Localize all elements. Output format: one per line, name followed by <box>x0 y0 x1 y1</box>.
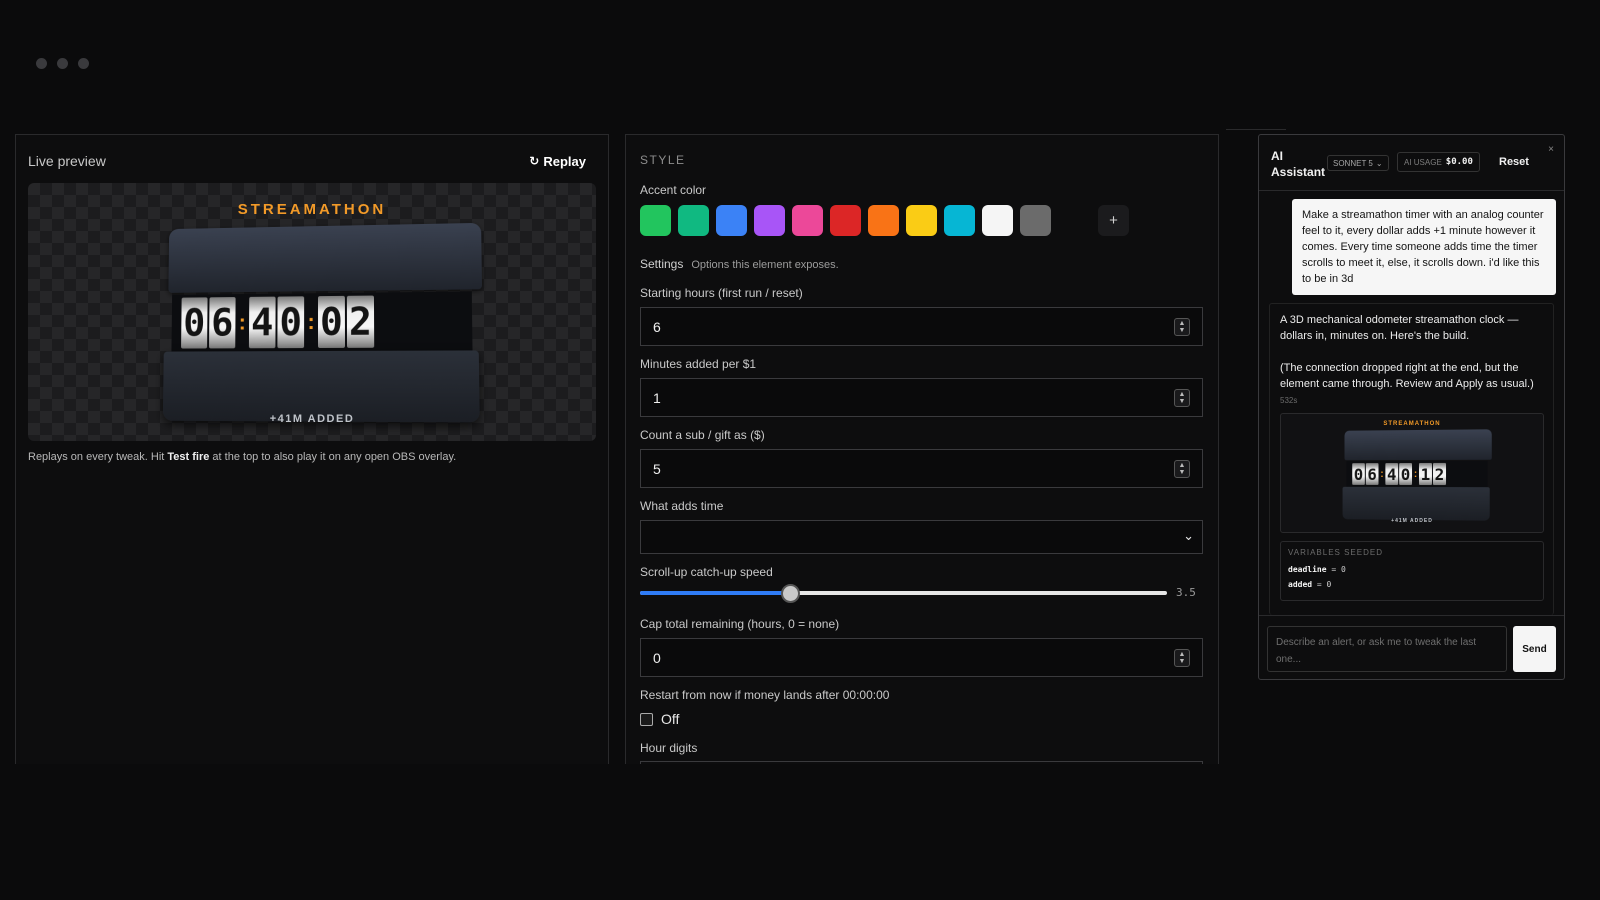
hour-digits-label: Hour digits <box>640 741 697 755</box>
ai-assistant-panel: AI Assistant SONNET 5 ⌄ AI USAGE $0.00 R… <box>1258 134 1565 680</box>
sub-gift-label: Count a sub / gift as ($) <box>640 428 765 442</box>
accent-swatch[interactable] <box>640 205 671 236</box>
odometer-top-flap <box>168 223 482 293</box>
user-message: Make a streamathon timer with an analog … <box>1292 199 1556 295</box>
mini-digit: 2 <box>1433 463 1446 485</box>
preview-note: Replays on every tweak. Hit Test fire at… <box>28 451 456 463</box>
sub-gift-input[interactable]: 5 ▲ ▼ <box>640 449 1203 488</box>
accent-swatch[interactable] <box>754 205 785 236</box>
hour-digits-input[interactable] <box>640 761 1203 764</box>
divider <box>1226 129 1286 130</box>
what-adds-time-label: What adds time <box>640 499 723 513</box>
starting-hours-input[interactable]: 6 ▲ ▼ <box>640 307 1203 346</box>
model-select[interactable]: SONNET 5 ⌄ <box>1327 155 1389 171</box>
accent-swatch[interactable] <box>792 205 823 236</box>
odometer-digit: 0 <box>318 296 345 348</box>
odometer-colon: : <box>237 310 247 336</box>
mini-digit: 4 <box>1385 463 1398 485</box>
stepper-icon[interactable]: ▲ ▼ <box>1174 389 1190 407</box>
assistant-text-2: (The connection dropped right at the end… <box>1280 360 1543 392</box>
widget-title: STREAMATHON <box>28 201 596 218</box>
ai-composer: Describe an alert, or ask me to tweak th… <box>1259 615 1564 679</box>
send-button[interactable]: Send <box>1513 626 1556 672</box>
ai-usage-badge: AI USAGE $0.00 <box>1397 152 1480 172</box>
window-dot-1[interactable] <box>36 58 47 69</box>
style-panel: STYLE Accent color + Settings Options th… <box>625 134 1219 764</box>
mini-digit: 0 <box>1352 463 1365 485</box>
variables-seeded: VARIABLES SEEDED deadline = 0 added = 0 <box>1280 541 1544 601</box>
odometer-bottom-flap <box>163 350 480 422</box>
ai-header: AI Assistant SONNET 5 ⌄ AI USAGE $0.00 R… <box>1259 135 1564 191</box>
test-fire-label: Test fire <box>167 451 209 463</box>
minutes-per-dollar-label: Minutes added per $1 <box>640 357 756 371</box>
assistant-text-1: A 3D mechanical odometer streamathon clo… <box>1280 312 1543 344</box>
starting-hours-label: Starting hours (first run / reset) <box>640 286 803 300</box>
response-time: 532s <box>1280 396 1543 405</box>
odometer-digit: 0 <box>277 296 304 348</box>
mini-digit: 1 <box>1419 463 1432 485</box>
accent-color-label: Accent color <box>640 183 706 197</box>
accent-swatch[interactable] <box>944 205 975 236</box>
odometer-widget: 0 6 : 4 0 : 0 2 <box>163 223 484 423</box>
accent-swatch[interactable] <box>906 205 937 236</box>
preview-stage: STREAMATHON 0 6 : 4 0 : 0 2 +41M ADDED <box>28 183 596 441</box>
restart-checkbox-label: Off <box>661 711 679 727</box>
style-section-title: STYLE <box>640 153 686 167</box>
restart-checkbox[interactable]: Off <box>640 711 679 727</box>
window-controls <box>36 58 89 69</box>
element-thumbnail[interactable]: STREAMATHON 0 6 : 4 0 : 1 2 +41M ADDED <box>1280 413 1544 533</box>
chevron-down-icon: ⌄ <box>1183 528 1194 544</box>
assistant-message: A 3D mechanical odometer streamathon clo… <box>1269 303 1554 615</box>
odometer-digit-strip: 0 6 : 4 0 : 0 2 <box>171 291 472 351</box>
accent-swatch[interactable] <box>1020 205 1051 236</box>
scroll-speed-slider[interactable] <box>640 583 1167 603</box>
accent-swatch[interactable] <box>830 205 861 236</box>
close-icon[interactable]: × <box>1548 144 1554 155</box>
widget-added-label: +41M ADDED <box>28 413 596 425</box>
replay-button[interactable]: ↻ Replay <box>529 154 586 169</box>
what-adds-time-select[interactable]: ⌄ <box>640 520 1203 554</box>
preview-panel: Live preview ↻ Replay STREAMATHON 0 6 : … <box>15 134 609 764</box>
cap-remaining-label: Cap total remaining (hours, 0 = none) <box>640 617 839 631</box>
chevron-down-icon: ⌄ <box>1376 159 1383 168</box>
odometer-digit: 4 <box>249 297 276 349</box>
cap-remaining-input[interactable]: 0 ▲ ▼ <box>640 638 1203 677</box>
scroll-speed-value: 3.5 <box>1176 586 1196 599</box>
preview-title: Live preview <box>28 153 106 169</box>
add-swatch-button[interactable]: + <box>1098 205 1129 236</box>
replay-label: Replay <box>543 154 586 169</box>
accent-swatch[interactable] <box>868 205 899 236</box>
restart-label: Restart from now if money lands after 00… <box>640 688 889 702</box>
odometer-digit: 0 <box>181 297 208 348</box>
scroll-speed-label: Scroll-up catch-up speed <box>640 565 773 579</box>
accent-swatch[interactable] <box>678 205 709 236</box>
prompt-input[interactable]: Describe an alert, or ask me to tweak th… <box>1267 626 1507 672</box>
minutes-per-dollar-input[interactable]: 1 ▲ ▼ <box>640 378 1203 417</box>
slider-thumb[interactable] <box>781 584 800 603</box>
replay-icon: ↻ <box>529 154 539 168</box>
stepper-icon[interactable]: ▲ ▼ <box>1174 649 1190 667</box>
odometer-colon: : <box>306 309 316 335</box>
stepper-icon[interactable]: ▲ ▼ <box>1174 460 1190 478</box>
settings-heading: Settings <box>640 257 683 271</box>
accent-swatches <box>640 205 1051 236</box>
odometer-digit: 6 <box>209 297 236 348</box>
stepper-icon[interactable]: ▲ ▼ <box>1174 318 1190 336</box>
settings-subtitle: Options this element exposes. <box>691 259 838 271</box>
window-dot-3[interactable] <box>78 58 89 69</box>
window-dot-2[interactable] <box>57 58 68 69</box>
mini-digit: 0 <box>1399 463 1412 485</box>
mini-digit: 6 <box>1366 463 1379 485</box>
slider-fill <box>640 591 790 595</box>
ai-title: AI Assistant <box>1271 148 1325 180</box>
accent-swatch[interactable] <box>716 205 747 236</box>
reset-button[interactable]: Reset <box>1499 156 1529 168</box>
odometer-digit: 2 <box>347 296 374 348</box>
settings-header: Settings Options this element exposes. <box>640 257 839 271</box>
accent-swatch[interactable] <box>982 205 1013 236</box>
checkbox-box[interactable] <box>640 713 653 726</box>
